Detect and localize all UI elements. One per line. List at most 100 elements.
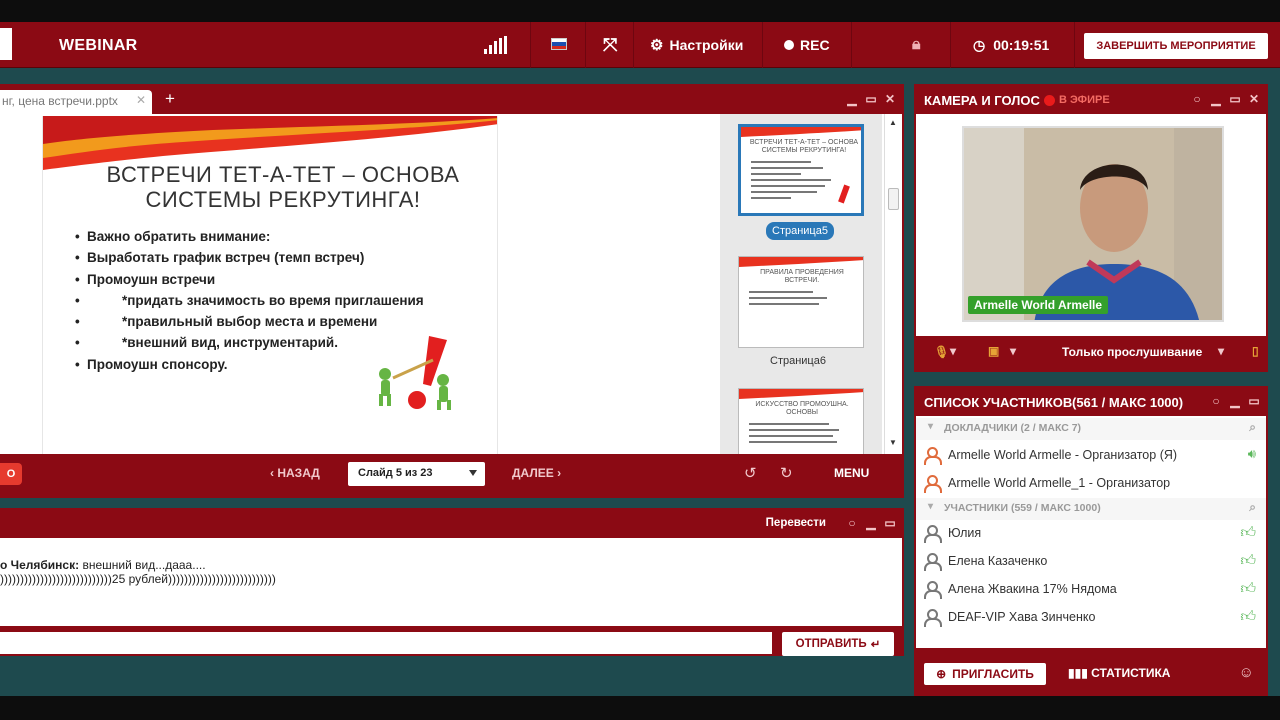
add-tab-icon[interactable]: + [165,89,175,109]
settings-circle-icon[interactable]: ○ [1191,92,1203,106]
scroll-thumb[interactable] [888,188,899,210]
scroll-up-icon[interactable]: ▲ [889,118,897,127]
presenters-group-header[interactable]: ДОКЛАДЧИКИ (2 / МАКС 7) ⌕ [916,418,1266,440]
send-button[interactable]: ОТПРАВИТЬ ↵ [782,632,894,656]
chevron-down-icon [469,470,477,476]
participant-name: Armelle World Armelle - Организатор (Я) [948,448,1178,462]
bullet: Промоушн спонсору. [75,354,424,376]
thumbs-up-icon[interactable]: 👍︎ [1240,580,1256,598]
slide-title-line2: СИСТЕМЫ РЕКРУТИНГА! [145,187,421,212]
statistics-button[interactable]: ▮▮▮ СТАТИСТИКА [1068,666,1170,680]
return-arrow-icon: ↵ [870,639,881,651]
translate-button[interactable]: Перевести [766,517,826,529]
thumbnail-slide-5[interactable]: ВСТРЕЧИ ТЕТ-А-ТЕТ – ОСНОВА СИСТЕМЫ РЕКРУ… [738,124,864,216]
fullscreen-icon[interactable]: ⤧ [603,22,617,68]
webinar-app: WEBINAR ⤧ ⚙ Настройки REC 🔒︎ ◷ 00:19:51 … [0,22,1280,696]
participant-name: DEAF-VIP Хава Зинченко [948,610,1096,624]
close-tab-icon[interactable]: ✕ [136,93,146,107]
participant-row[interactable]: Armelle World Armelle_1 - Организатор [916,470,1266,498]
presenter-video: Armelle World Armelle [962,126,1224,322]
top-bar: WEBINAR ⤧ ⚙ Настройки REC 🔒︎ ◷ 00:19:51 … [0,22,1280,68]
minimize-icon[interactable]: ▁ [865,516,877,530]
camera-dropdown-icon[interactable]: ▾ [1010,344,1016,358]
thumbnails-scrollbar[interactable]: ▲ ▼ [884,114,902,454]
participants-header: СПИСОК УЧАСТНИКОВ (561 / МАКС 1000) ○ ▁ … [916,388,1266,416]
speaker-icon[interactable]: 🔊︎ [1248,446,1256,462]
menu-button[interactable]: MENU [834,466,869,480]
scroll-down-icon[interactable]: ▼ [889,438,897,447]
lock-icon[interactable]: 🔒︎ [912,22,921,68]
window-controls: ▁ ▭ ✕ [846,92,896,106]
slide-bullets: Важно обратить внимание: Выработать граф… [75,226,424,376]
thumbnail-title: ПРАВИЛА ПРОВЕДЕНИЯ ВСТРЕЧИ. [760,269,844,284]
mic-dropdown-icon[interactable]: ▾ [950,344,956,358]
bullet: Выработать график встреч (темп встреч) [75,247,424,269]
search-icon[interactable]: ⌕ [1249,420,1256,435]
maximize-icon[interactable]: ▭ [1229,92,1241,106]
window-controls: ○ ▁ ▭ [846,516,896,530]
participant-name: Алена Жвакина 17% Нядома [948,582,1117,596]
language-flag-icon[interactable] [551,38,567,50]
sidebar-stub [0,28,12,60]
slide-select-value: Слайд 5 из 23 [358,467,433,479]
bullet: *правильный выбор места и времени [75,311,424,333]
participants-list: ДОКЛАДЧИКИ (2 / МАКС 7) ⌕ Armelle World … [916,416,1266,648]
emoji-icon[interactable]: ☺ [1239,664,1254,681]
thumbnail-slide-7[interactable]: ИСКУССТВО ПРОМОУШНА. ОСНОВЫ [738,388,864,454]
thumbs-up-icon[interactable]: 👍︎ [1240,552,1256,570]
participant-row[interactable]: Алена Жвакина 17% Нядома 👍︎ [916,576,1266,604]
close-icon[interactable]: ✕ [1248,92,1260,106]
participant-name: Armelle World Armelle_1 - Организатор [948,476,1171,490]
invite-button[interactable]: ⊕ ПРИГЛАСИТЬ [924,663,1046,685]
participant-row[interactable]: DEAF-VIP Хава Зинченко 👍︎ [916,604,1266,632]
current-slide: ВСТРЕЧИ ТЕТ-А-ТЕТ – ОСНОВА СИСТЕМЫ РЕКРУ… [42,116,498,454]
file-tab[interactable]: нг, цена встречи.pptx ✕ [0,90,152,114]
prev-slide-button[interactable]: ‹ НАЗАД [270,466,320,480]
minimize-icon[interactable]: ▁ [1229,394,1241,408]
maximize-icon[interactable]: ▭ [865,92,877,106]
chat-input[interactable] [0,632,772,654]
refresh-icon[interactable]: ↻ [780,464,793,482]
minimize-icon[interactable]: ▁ [846,92,858,106]
bullet: *внешний вид, инструментарий. [75,332,424,354]
participants-panel: СПИСОК УЧАСТНИКОВ (561 / МАКС 1000) ○ ▁ … [914,386,1268,696]
camera-panel: КАМЕРА И ГОЛОС В ЭФИРЕ ○ ▁ ▭ ✕ Armelle W… [914,84,1268,372]
slide-title-line1: ВСТРЕЧИ ТЕТ-А-ТЕТ – ОСНОВА [106,162,460,187]
settings-button[interactable]: ⚙ Настройки [650,22,743,68]
next-label: ДАЛЕЕ [512,466,554,480]
rec-button[interactable]: REC [784,22,830,68]
end-event-button[interactable]: ЗАВЕРШИТЬ МЕРОПРИЯТИЕ [1084,33,1268,59]
participant-row[interactable]: Елена Казаченко 👍︎ [916,548,1266,576]
participant-row[interactable]: Armelle World Armelle - Организатор (Я) … [916,442,1266,470]
maximize-icon[interactable]: ▭ [884,516,896,530]
thumbnail-title: ИСКУССТВО ПРОМОУШНА. ОСНОВЫ [755,401,849,416]
thumb-decoration [739,257,863,267]
maximize-icon[interactable]: ▭ [1248,394,1260,408]
group-label: ДОКЛАДЧИКИ (2 / МАКС 7) [944,422,1082,434]
thumbnail-title: ВСТРЕЧИ ТЕТ-А-ТЕТ – ОСНОВА СИСТЕМЫ РЕКРУ… [749,139,859,154]
audio-mode-select[interactable]: Только прослушивание [1062,345,1202,359]
settings-circle-icon[interactable]: ○ [1210,394,1222,408]
participant-row[interactable]: Юлия 👍︎ [916,520,1266,548]
camera-icon[interactable]: ▣ [988,344,999,358]
thumbs-up-icon[interactable]: 👍︎ [1240,524,1256,542]
plus-circle-icon: ⊕ [936,667,947,681]
close-icon[interactable]: ✕ [884,92,896,106]
side-tab-button[interactable]: O [0,463,22,485]
search-icon[interactable]: ⌕ [1249,500,1256,515]
undo-icon[interactable]: ↺ [744,464,757,482]
record-icon [784,40,794,50]
thumbnail-slide-6[interactable]: ПРАВИЛА ПРОВЕДЕНИЯ ВСТРЕЧИ. [738,256,864,348]
thumb-decoration [739,389,863,399]
microphone-icon[interactable]: 🎙︎ [934,345,949,359]
message-text: внешний вид...дааа.... [82,558,206,572]
chevron-down-icon[interactable]: ▾ [1218,344,1224,358]
settings-circle-icon[interactable]: ○ [846,516,858,530]
side-handle-icon[interactable]: ▯ [1252,344,1259,358]
thumbnail-label: Страница6 [770,355,826,367]
slide-select[interactable]: Слайд 5 из 23 [348,462,485,486]
next-slide-button[interactable]: ДАЛЕЕ › [512,466,561,480]
attendees-group-header[interactable]: УЧАСТНИКИ (559 / МАКС 1000) ⌕ [916,498,1266,520]
thumbs-up-icon[interactable]: 👍︎ [1240,608,1256,626]
minimize-icon[interactable]: ▁ [1210,92,1222,106]
